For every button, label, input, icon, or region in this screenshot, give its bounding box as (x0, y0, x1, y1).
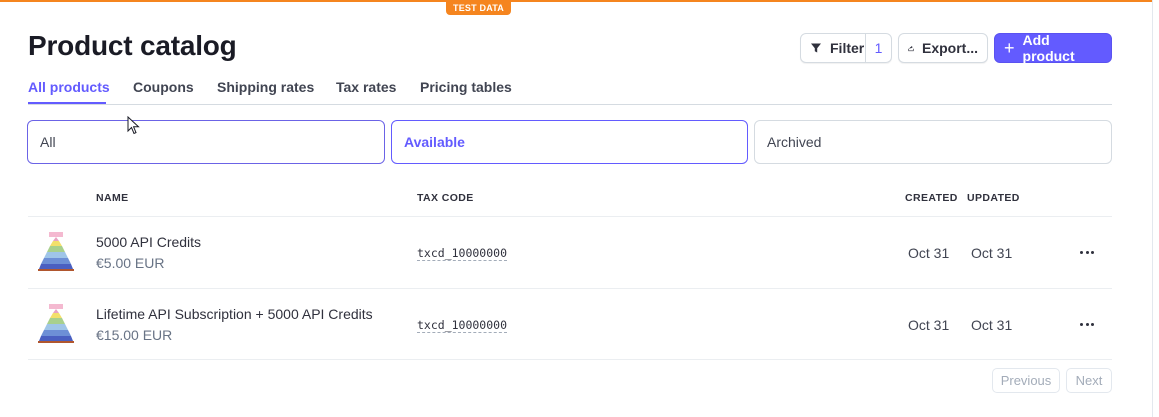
export-button[interactable]: Export... (898, 33, 988, 63)
previous-page-button[interactable]: Previous (992, 368, 1060, 393)
filter-segment-all[interactable]: All (27, 120, 385, 164)
more-icon[interactable] (1078, 245, 1096, 259)
tab-coupons[interactable]: Coupons (133, 79, 194, 95)
panel-divider (1152, 0, 1153, 417)
product-thumbnail (38, 232, 74, 271)
updated-date: Oct 31 (971, 245, 1013, 261)
cursor-icon (127, 116, 140, 135)
column-header-created[interactable]: CREATED (905, 192, 958, 204)
created-date: Oct 31 (908, 317, 950, 333)
active-tab-indicator (28, 102, 106, 104)
tab-pricing-tables[interactable]: Pricing tables (420, 79, 512, 95)
product-price: €15.00 EUR (96, 327, 173, 343)
segment-label: Available (404, 134, 465, 150)
filter-segment-available[interactable]: Available (391, 120, 748, 164)
filter-button[interactable]: Filter 1 (800, 33, 892, 63)
tax-code[interactable]: txcd_10000000 (417, 318, 508, 333)
more-icon[interactable] (1078, 317, 1096, 331)
updated-date: Oct 31 (971, 317, 1013, 333)
column-header-tax-code[interactable]: TAX CODE (417, 192, 474, 204)
product-name[interactable]: 5000 API Credits (96, 234, 201, 250)
segment-label: Archived (767, 134, 822, 150)
column-header-updated[interactable]: UPDATED (967, 192, 1020, 204)
tab-shipping-rates[interactable]: Shipping rates (217, 79, 314, 95)
table-bottom-divider (28, 359, 1112, 360)
test-mode-bar (0, 0, 1152, 2)
product-name[interactable]: Lifetime API Subscription + 5000 API Cre… (96, 306, 373, 322)
test-data-badge: TEST DATA (446, 1, 511, 15)
tax-code[interactable]: txcd_10000000 (417, 246, 508, 261)
product-price: €5.00 EUR (96, 255, 165, 271)
add-product-label: Add product (1022, 32, 1075, 64)
filter-icon (811, 43, 821, 53)
next-page-button[interactable]: Next (1066, 368, 1112, 393)
export-icon (908, 45, 914, 51)
tab-tax-rates[interactable]: Tax rates (336, 79, 396, 95)
add-product-button[interactable]: + Add product (994, 32, 1112, 64)
column-header-name[interactable]: NAME (96, 192, 129, 204)
filter-label: Filter (830, 40, 865, 56)
tab-bar: All products Coupons Shipping rates Tax … (28, 76, 1112, 105)
table-row-divider (28, 288, 1112, 289)
filter-count-badge: 1 (865, 34, 891, 62)
created-date: Oct 31 (908, 245, 950, 261)
plus-icon: + (1004, 38, 1015, 58)
tab-all-products[interactable]: All products (28, 79, 110, 95)
filter-segment-archived[interactable]: Archived (754, 120, 1112, 164)
export-label: Export... (921, 40, 978, 56)
table-divider (28, 216, 1112, 217)
page-title: Product catalog (28, 30, 237, 61)
product-thumbnail (38, 304, 74, 343)
segment-label: All (40, 134, 56, 150)
